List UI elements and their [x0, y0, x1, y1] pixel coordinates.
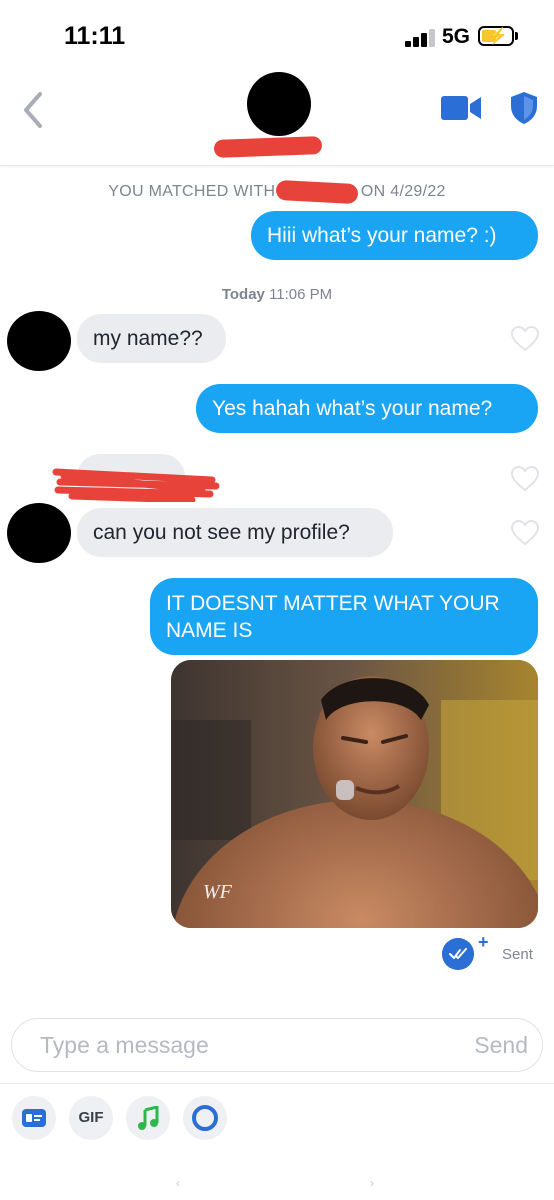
gif-image[interactable]: WF — [171, 660, 538, 928]
timestamp-day: Today — [221, 286, 265, 303]
match-date: ON 4/29/22 — [360, 183, 446, 200]
double-check-icon — [442, 938, 474, 970]
match-avatar[interactable] — [247, 72, 311, 136]
message-outgoing[interactable]: Hiii what’s your name? :) — [251, 211, 538, 260]
match-avatar-small[interactable] — [7, 503, 71, 563]
battery-charging-icon: ⚡ — [478, 26, 514, 46]
message-incoming[interactable]: my name?? — [77, 314, 226, 363]
toolbar-divider — [0, 1083, 554, 1084]
message-text: Hiii what’s your name? :) — [267, 224, 497, 247]
sent-label: Sent — [502, 946, 533, 963]
delivery-status: + Sent — [442, 932, 542, 970]
vibe-button[interactable] — [183, 1096, 227, 1140]
vibe-ring-icon — [192, 1105, 218, 1131]
match-info-text: YOU MATCHED WITH — [108, 183, 276, 200]
message-text: Yes hahah what’s your name? — [212, 397, 493, 420]
gif-illustration: WF — [171, 660, 538, 928]
chevron-right-icon: › — [370, 1176, 374, 1190]
message-text: IT DOESNT MATTER WHAT YOUR NAME IS — [166, 592, 500, 642]
signal-strength-icon — [405, 29, 437, 47]
music-button[interactable] — [126, 1096, 170, 1140]
sticker-card-icon — [22, 1109, 46, 1127]
message-outgoing[interactable]: Yes hahah what’s your name? — [196, 384, 538, 433]
redacted-match-name — [213, 136, 323, 158]
gif-button-label: GIF — [78, 1109, 104, 1126]
message-input-placeholder: Type a message — [40, 1032, 209, 1058]
shield-icon[interactable] — [509, 91, 539, 125]
redaction-scribble — [52, 468, 220, 502]
message-input[interactable]: Type a message Send — [11, 1018, 543, 1072]
send-button[interactable]: Send — [474, 1032, 528, 1059]
music-note-icon — [138, 1106, 159, 1130]
heart-icon[interactable] — [511, 466, 539, 492]
match-avatar-small[interactable] — [7, 311, 71, 371]
status-bar: 11:11 5G ⚡ — [0, 0, 554, 70]
battery-tip — [515, 32, 518, 40]
video-camera-icon[interactable] — [441, 96, 481, 120]
heart-icon[interactable] — [511, 520, 539, 546]
message-incoming[interactable]: can you not see my profile? — [77, 508, 393, 557]
redacted-match-name-inline — [275, 179, 359, 205]
message-text: can you not see my profile? — [93, 521, 350, 544]
sticker-card-button[interactable] — [12, 1096, 56, 1140]
status-time: 11:11 — [64, 22, 126, 50]
chevron-left-icon: ‹ — [176, 1176, 180, 1190]
timestamp-time: 11:06 PM — [269, 286, 333, 303]
chat-header — [0, 70, 554, 166]
gif-button[interactable]: GIF — [69, 1096, 113, 1140]
heart-icon[interactable] — [511, 326, 539, 352]
plus-icon: + — [478, 932, 489, 952]
conversation-timestamp: Today 11:06 PM — [0, 286, 554, 303]
message-text: my name?? — [93, 327, 203, 350]
message-outgoing[interactable]: IT DOESNT MATTER WHAT YOUR NAME IS — [150, 578, 538, 655]
network-type: 5G — [442, 25, 471, 48]
gif-watermark: WF — [203, 881, 233, 903]
chevron-left-icon[interactable] — [20, 90, 46, 130]
